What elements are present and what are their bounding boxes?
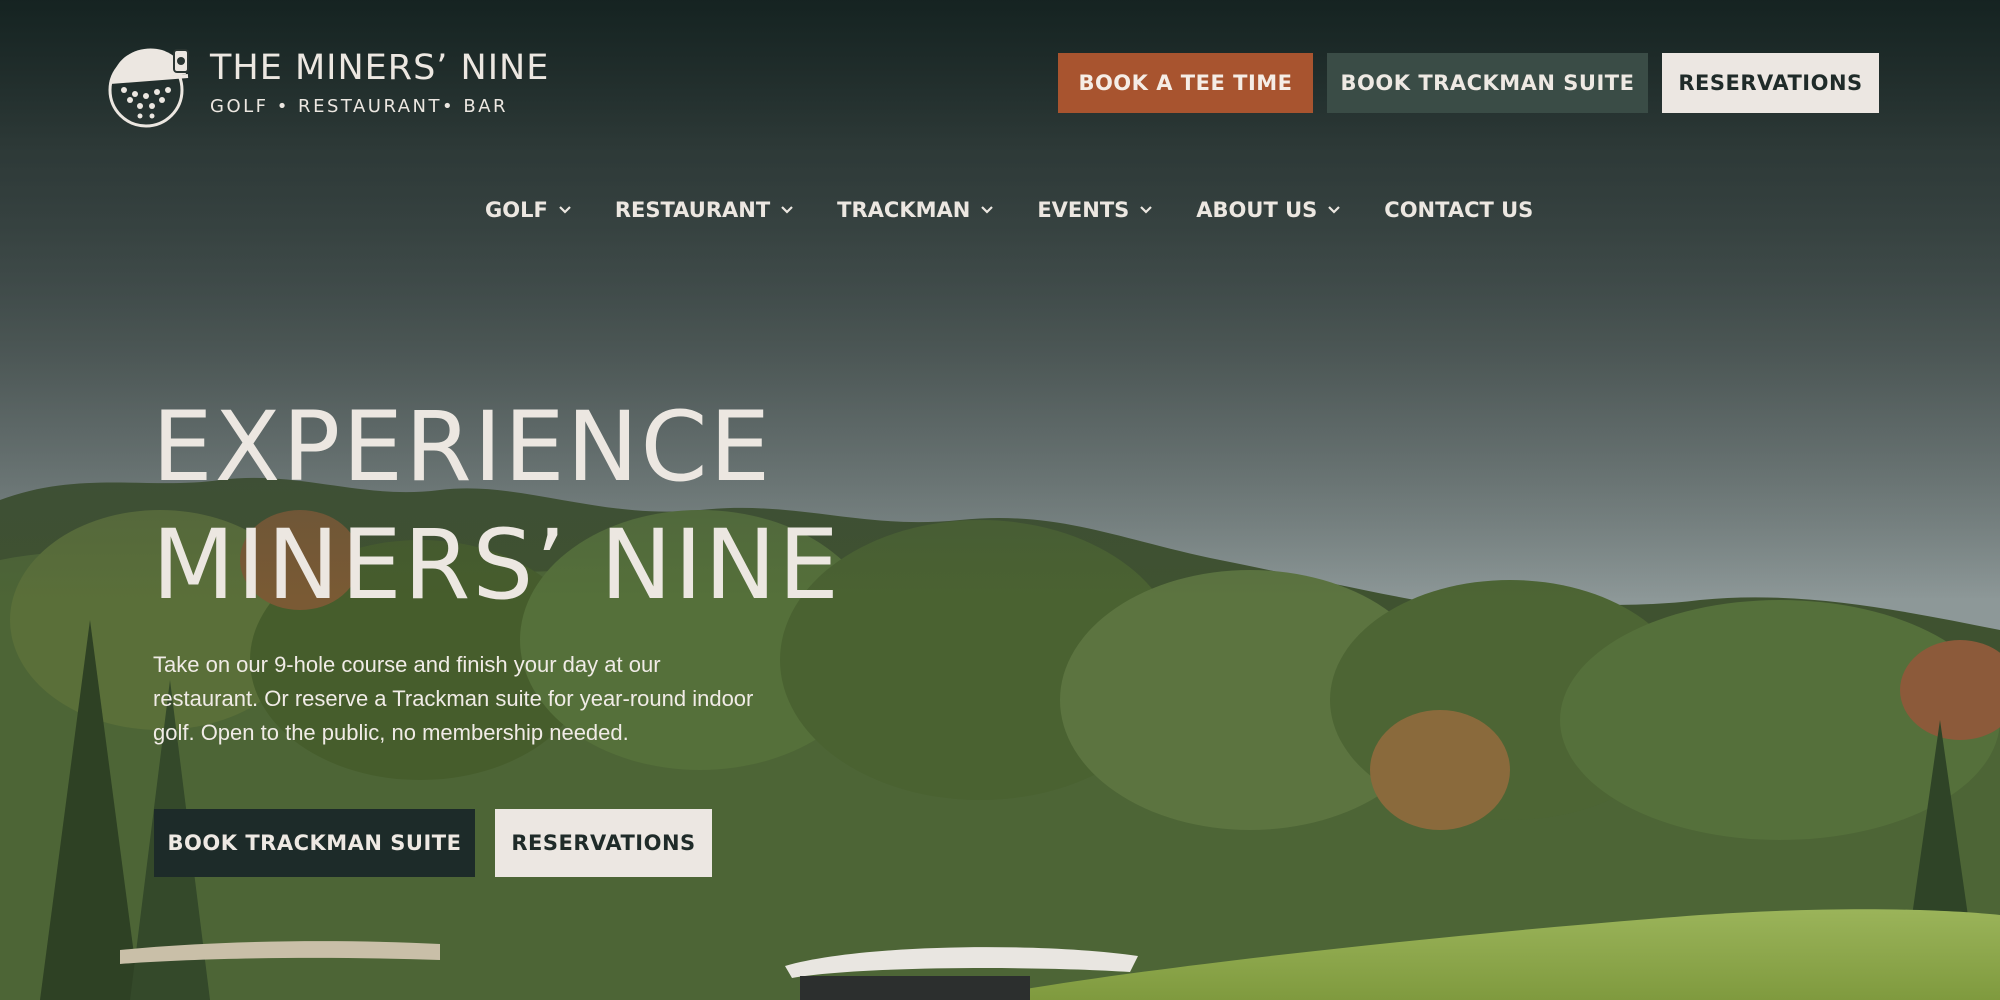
- nav-item-about-us[interactable]: ABOUT US: [1196, 192, 1341, 228]
- reservations-button[interactable]: RESERVATIONS: [1662, 53, 1879, 113]
- nav-item-label: GOLF: [485, 198, 548, 222]
- brand-title: THE MINERS’ NINE: [210, 47, 550, 88]
- hero-headline-line2: MINERS’ NINE: [152, 509, 841, 621]
- book-tee-time-button[interactable]: BOOK A TEE TIME: [1058, 53, 1313, 113]
- nav-item-contact-us[interactable]: CONTACT US: [1384, 192, 1533, 228]
- main-nav: GOLF RESTAURANT TRACKMAN EVENTS ABOUT US…: [485, 192, 1576, 228]
- nav-item-label: RESTAURANT: [614, 198, 771, 222]
- hero-reservations-button[interactable]: RESERVATIONS: [495, 809, 712, 877]
- header-actions: BOOK A TEE TIME BOOK TRACKMAN SUITE RESE…: [1058, 53, 1879, 113]
- hero-cta-group: BOOK TRACKMAN SUITE RESERVATIONS: [154, 809, 712, 877]
- hero-headline: EXPERIENCE MINERS’ NINE: [152, 388, 841, 624]
- nav-item-label: ABOUT US: [1196, 198, 1318, 222]
- hero-headline-line1: EXPERIENCE: [152, 391, 773, 503]
- chevron-down-icon: [1140, 206, 1153, 214]
- brand-subtitle: GOLF • RESTAURANT• BAR: [210, 95, 509, 117]
- chevron-down-icon: [1328, 206, 1341, 214]
- chevron-down-icon: [559, 206, 571, 214]
- hero-description: Take on our 9-hole course and finish you…: [153, 652, 754, 745]
- nav-item-label: CONTACT US: [1384, 198, 1534, 222]
- nav-item-events[interactable]: EVENTS: [1037, 192, 1153, 228]
- chevron-down-icon: [981, 206, 994, 214]
- nav-item-label: EVENTS: [1037, 198, 1130, 222]
- golf-ball-miner-helmet-icon: [108, 48, 189, 128]
- nav-item-label: TRACKMAN: [837, 198, 971, 222]
- site-logo[interactable]: THE MINERS’ NINE GOLF • RESTAURANT• BAR: [100, 34, 549, 130]
- nav-item-restaurant[interactable]: RESTAURANT: [615, 192, 794, 228]
- hero-book-trackman-button[interactable]: BOOK TRACKMAN SUITE: [154, 809, 475, 877]
- nav-item-trackman[interactable]: TRACKMAN: [837, 192, 994, 228]
- chevron-down-icon: [781, 206, 793, 214]
- nav-item-golf[interactable]: GOLF: [485, 192, 572, 228]
- book-trackman-suite-button[interactable]: BOOK TRACKMAN SUITE: [1327, 53, 1648, 113]
- hero-section: THE MINERS’ NINE GOLF • RESTAURANT• BAR …: [0, 0, 2000, 1000]
